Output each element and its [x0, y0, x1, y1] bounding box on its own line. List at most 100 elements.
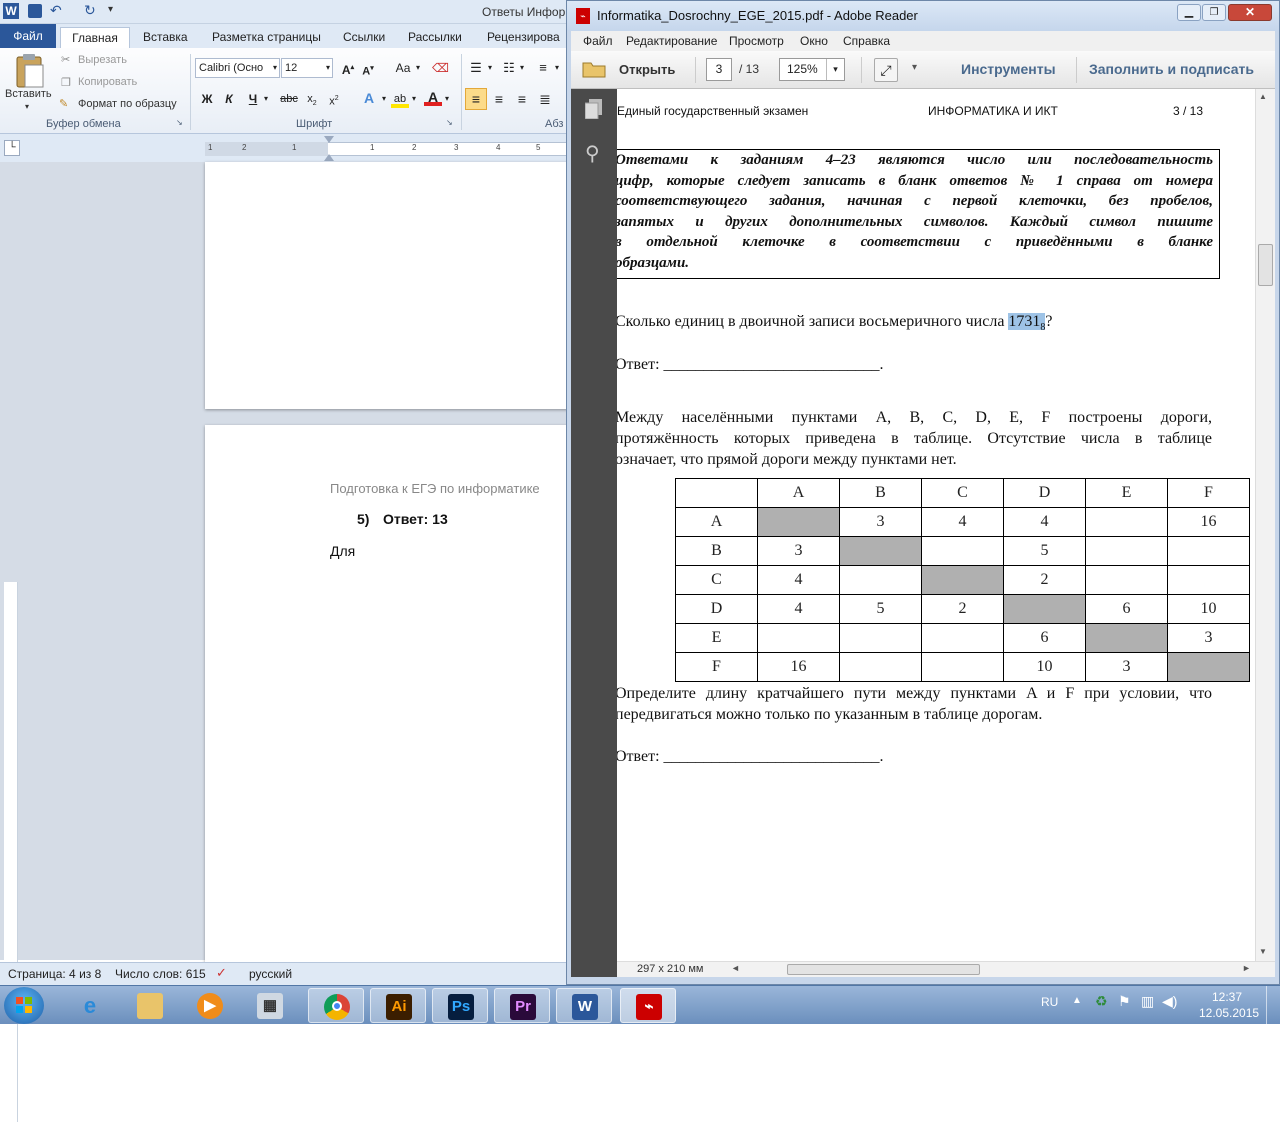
taskbar-word[interactable]: W — [556, 988, 612, 1023]
scroll-up-icon[interactable]: ▲ — [1259, 92, 1267, 101]
taskbar-calculator[interactable]: ▦ — [242, 988, 298, 1023]
restore-button[interactable]: ❐ — [1202, 4, 1226, 21]
scroll-thumb[interactable] — [1258, 244, 1273, 286]
zoom-select[interactable]: 125% ▾ — [779, 58, 845, 81]
highlight-dropdown-icon[interactable]: ▾ — [410, 90, 418, 108]
tab-selector-icon[interactable]: └ — [4, 140, 20, 156]
strikethrough-button[interactable]: abc — [279, 90, 299, 108]
first-line-indent-marker[interactable] — [324, 136, 334, 143]
tab-insert[interactable]: Вставка — [135, 27, 196, 48]
fill-sign-button[interactable]: Заполнить и подписать — [1089, 61, 1254, 77]
tab-mailings[interactable]: Рассылки — [400, 27, 470, 48]
scroll-left-icon[interactable]: ◄ — [731, 963, 740, 973]
undo-icon[interactable]: ↶ — [50, 2, 62, 19]
show-desktop-button[interactable] — [1266, 986, 1280, 1025]
italic-button[interactable]: К — [222, 90, 236, 108]
menu-file[interactable]: Файл — [583, 34, 613, 48]
subscript-button[interactable]: x2 — [304, 90, 320, 108]
clipboard-dialog-icon[interactable]: ↘ — [176, 118, 183, 127]
start-button[interactable] — [4, 987, 44, 1024]
bullets-button[interactable]: ☰ — [467, 59, 485, 77]
taskbar-photoshop[interactable]: Ps — [432, 988, 488, 1023]
tray-action-center-icon[interactable]: ⚑ — [1118, 993, 1131, 1010]
horizontal-ruler[interactable]: └ 1 2 1 1 2 3 4 5 — [0, 134, 580, 162]
pdf-app-icon[interactable]: ⌁ — [576, 8, 590, 24]
paste-button[interactable] — [10, 52, 48, 90]
copy-icon[interactable]: ❐ — [61, 76, 71, 89]
multilevel-list-button[interactable]: ≡ — [534, 59, 552, 77]
underline-button[interactable]: Ч — [246, 90, 260, 108]
taskbar-premiere[interactable]: Pr — [494, 988, 550, 1023]
numbering-button[interactable]: ☷ — [500, 59, 518, 77]
clock-date[interactable]: 12.05.2015 — [1199, 1006, 1259, 1020]
copy-button[interactable]: Копировать — [78, 76, 137, 88]
redo-icon[interactable]: ↻ — [84, 2, 96, 19]
save-icon[interactable] — [28, 4, 42, 18]
tray-app-icon[interactable]: ♻ — [1095, 993, 1108, 1010]
taskbar-explorer[interactable] — [122, 988, 178, 1023]
taskbar-adobe-reader[interactable]: ⌁ — [620, 988, 676, 1023]
proofing-icon[interactable]: ✓ — [216, 965, 227, 981]
volume-icon[interactable]: ◀) — [1162, 993, 1177, 1010]
close-button[interactable]: ✕ — [1228, 4, 1272, 21]
align-right-button[interactable]: ≡ — [512, 90, 532, 108]
vertical-scrollbar[interactable]: ▲ ▼ — [1255, 89, 1275, 961]
paste-dropdown-icon[interactable]: ▾ — [25, 102, 29, 111]
selected-number[interactable]: 17318 — [1008, 313, 1046, 333]
font-name-select[interactable]: Calibri (Осно ▾ — [195, 58, 280, 78]
text-effects-dropdown-icon[interactable]: ▾ — [380, 90, 388, 108]
tab-home[interactable]: Главная — [60, 27, 130, 48]
word-app-icon[interactable]: W — [3, 3, 19, 19]
quick-access-dropdown-icon[interactable]: ▾ — [108, 4, 113, 15]
format-painter-icon[interactable]: ✎ — [59, 97, 68, 110]
shrink-font-button[interactable]: A▾ — [361, 60, 375, 78]
taskbar-media-player[interactable]: ▶ — [182, 988, 238, 1023]
scroll-down-icon[interactable]: ▼ — [1259, 947, 1267, 956]
taskbar-illustrator[interactable]: Ai — [370, 988, 426, 1023]
document-page[interactable] — [205, 162, 580, 409]
text-effects-button[interactable]: A — [360, 89, 378, 107]
grow-font-button[interactable]: A▴ — [340, 59, 356, 77]
font-color-dropdown-icon[interactable]: ▾ — [443, 90, 451, 108]
tools-button[interactable]: Инструменты — [961, 61, 1056, 77]
font-color-button[interactable]: A — [424, 88, 442, 106]
clear-formatting-icon[interactable]: ⌫ — [432, 59, 449, 77]
menu-view[interactable]: Просмотр — [729, 34, 784, 48]
menu-window[interactable]: Окно — [800, 34, 828, 48]
horizontal-scrollbar[interactable]: 297 x 210 мм ◄ ► — [617, 961, 1275, 977]
align-center-button[interactable]: ≡ — [489, 90, 509, 108]
vertical-ruler[interactable] — [4, 582, 18, 1122]
multilevel-list-dropdown-icon[interactable]: ▾ — [553, 59, 561, 77]
page-number-input[interactable]: 3 — [706, 58, 732, 81]
open-button[interactable]: Открыть — [581, 59, 681, 81]
horizontal-scroll-thumb[interactable] — [787, 964, 980, 975]
font-size-select[interactable]: 12 ▾ — [281, 58, 333, 78]
change-case-dropdown-icon[interactable]: ▾ — [414, 59, 422, 77]
paste-label[interactable]: Вставить — [5, 88, 52, 100]
tab-references[interactable]: Ссылки — [335, 27, 393, 48]
tab-page-layout[interactable]: Разметка страницы — [204, 27, 329, 48]
attachment-icon[interactable]: ⚲ — [585, 141, 600, 166]
superscript-button[interactable]: x2 — [326, 90, 342, 108]
hanging-indent-marker[interactable] — [324, 154, 334, 161]
tab-file[interactable]: Файл — [0, 24, 56, 48]
bold-button[interactable]: Ж — [199, 90, 215, 108]
menu-edit[interactable]: Редактирование — [626, 34, 717, 48]
highlight-button[interactable]: ab — [391, 90, 409, 108]
cut-icon[interactable]: ✂ — [61, 53, 70, 66]
scroll-right-icon[interactable]: ► — [1242, 963, 1251, 973]
network-icon[interactable]: ▥ — [1141, 993, 1154, 1010]
pdf-page[interactable]: Единый государственный экзамен ИНФОРМАТИ… — [617, 89, 1255, 961]
underline-dropdown-icon[interactable]: ▾ — [262, 90, 270, 108]
justify-button[interactable]: ≣ — [535, 90, 555, 108]
language-status[interactable]: русский — [249, 967, 292, 981]
taskbar-chrome[interactable] — [308, 988, 364, 1023]
expand-icon[interactable]: ⤢ — [874, 58, 898, 82]
tab-review[interactable]: Рецензирова — [479, 27, 568, 48]
change-case-button[interactable]: Аа — [393, 59, 413, 77]
page-count-status[interactable]: Страница: 4 из 8 — [8, 967, 101, 981]
document-page[interactable]: Подготовка к ЕГЭ по информатике 5) Ответ… — [205, 425, 580, 965]
align-left-button[interactable]: ≡ — [465, 88, 487, 110]
bullets-dropdown-icon[interactable]: ▾ — [486, 59, 494, 77]
clock-time[interactable]: 12:37 — [1212, 990, 1242, 1004]
